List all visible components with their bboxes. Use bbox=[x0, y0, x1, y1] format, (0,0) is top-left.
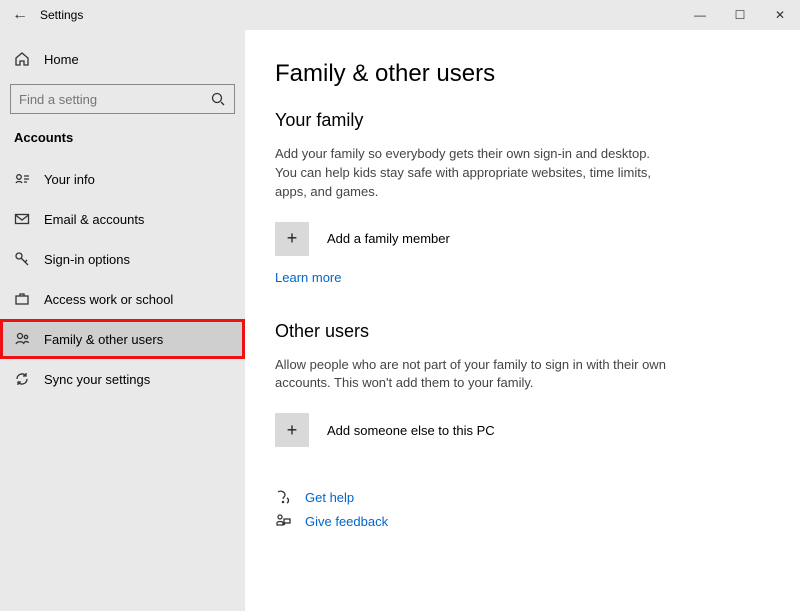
sidebar-item-label: Sign-in options bbox=[44, 252, 130, 267]
search-input[interactable] bbox=[10, 84, 235, 114]
help-icon bbox=[275, 489, 291, 505]
feedback-icon bbox=[275, 513, 291, 529]
sidebar-item-label: Access work or school bbox=[44, 292, 173, 307]
family-heading: Your family bbox=[275, 110, 770, 131]
give-feedback-link[interactable]: Give feedback bbox=[305, 514, 388, 529]
user-card-icon bbox=[14, 171, 30, 187]
family-description: Add your family so everybody gets their … bbox=[275, 145, 675, 202]
other-users-heading: Other users bbox=[275, 321, 770, 342]
search-field[interactable] bbox=[19, 92, 210, 107]
sidebar: Home Accounts Your info bbox=[0, 30, 245, 611]
back-button[interactable]: ← bbox=[0, 6, 40, 24]
add-family-label: Add a family member bbox=[327, 231, 450, 246]
people-icon bbox=[14, 331, 30, 347]
close-button[interactable]: ✕ bbox=[760, 0, 800, 30]
mail-icon bbox=[14, 211, 30, 227]
get-help-link[interactable]: Get help bbox=[305, 490, 354, 505]
add-other-user-button[interactable]: + Add someone else to this PC bbox=[275, 413, 770, 447]
category-heading: Accounts bbox=[0, 124, 245, 159]
key-icon bbox=[14, 251, 30, 267]
sidebar-item-sync[interactable]: Sync your settings bbox=[0, 359, 245, 399]
window-title: Settings bbox=[40, 8, 83, 22]
page-title: Family & other users bbox=[275, 60, 770, 88]
content-area: Family & other users Your family Add you… bbox=[245, 30, 800, 611]
learn-more-link[interactable]: Learn more bbox=[275, 270, 341, 285]
sidebar-item-label: Email & accounts bbox=[44, 212, 144, 227]
add-other-label: Add someone else to this PC bbox=[327, 423, 495, 438]
plus-icon: + bbox=[275, 413, 309, 447]
sidebar-item-label: Family & other users bbox=[44, 332, 163, 347]
sidebar-item-work[interactable]: Access work or school bbox=[0, 279, 245, 319]
plus-icon: + bbox=[275, 222, 309, 256]
home-label: Home bbox=[44, 52, 79, 67]
home-button[interactable]: Home bbox=[0, 40, 245, 78]
minimize-button[interactable]: ― bbox=[680, 0, 720, 30]
sidebar-item-your-info[interactable]: Your info bbox=[0, 159, 245, 199]
other-users-description: Allow people who are not part of your fa… bbox=[275, 356, 675, 394]
sidebar-item-email[interactable]: Email & accounts bbox=[0, 199, 245, 239]
add-family-member-button[interactable]: + Add a family member bbox=[275, 222, 770, 256]
titlebar: ← Settings ― ☐ ✕ bbox=[0, 0, 800, 30]
briefcase-icon bbox=[14, 291, 30, 307]
sidebar-item-family[interactable]: Family & other users bbox=[0, 319, 245, 359]
sync-icon bbox=[14, 371, 30, 387]
sidebar-item-label: Your info bbox=[44, 172, 95, 187]
home-icon bbox=[14, 51, 30, 67]
search-icon bbox=[210, 91, 226, 107]
sidebar-item-label: Sync your settings bbox=[44, 372, 150, 387]
sidebar-item-signin[interactable]: Sign-in options bbox=[0, 239, 245, 279]
maximize-button[interactable]: ☐ bbox=[720, 0, 760, 30]
